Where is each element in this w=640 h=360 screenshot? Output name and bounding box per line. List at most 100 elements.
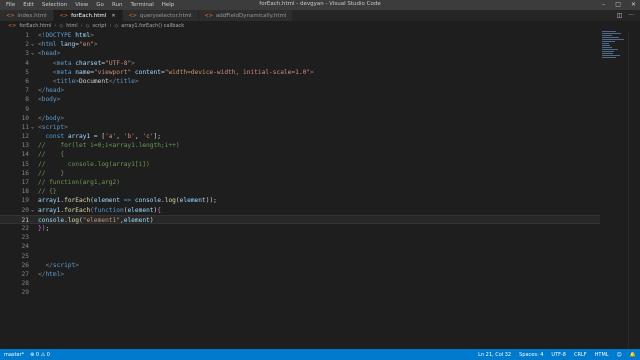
code-line: 15 // console.log(array1[i]) xyxy=(0,160,600,169)
breadcrumb-file[interactable]: forEach.html xyxy=(19,23,51,29)
line-number: 6 xyxy=(25,77,29,85)
notifications-icon[interactable]: 🔔 xyxy=(630,352,636,358)
html-file-icon: <> xyxy=(128,12,137,19)
code-line: 16 // } xyxy=(0,169,600,178)
breadcrumb-item[interactable]: script xyxy=(93,23,107,29)
code-line: 10 </body> xyxy=(0,114,600,123)
close-tab-icon[interactable]: ✕ xyxy=(111,13,115,19)
code-token: 'a' xyxy=(105,133,117,141)
code-editor[interactable]: 1 <!DOCTYPE html> 2 ⌄ <html lang="en"> 3 ⌄ <hea… xyxy=(0,31,600,349)
line-number: 10 xyxy=(21,114,29,122)
minimap[interactable] xyxy=(602,31,626,71)
tab-addfielddynamically-html[interactable]: <> addFieldDynamically.html xyxy=(198,10,294,21)
tab-queryselector-html[interactable]: <> queryselector.html xyxy=(122,10,199,21)
chevron-right-icon: › xyxy=(109,22,112,29)
status-right-item[interactable]: UTF-8 xyxy=(551,352,566,358)
line-number: 13 xyxy=(21,142,29,150)
tab-index-html[interactable]: <> index.html xyxy=(0,10,54,21)
line-number: 17 xyxy=(21,179,29,186)
code-token: > xyxy=(60,114,65,122)
menu-item-run[interactable]: Run xyxy=(112,2,123,8)
code-token: // { xyxy=(38,151,65,159)
status-right-item[interactable]: HTML xyxy=(595,352,609,358)
code-text: <head> xyxy=(38,49,60,58)
code-token: element xyxy=(123,216,150,224)
tab-label: index.html xyxy=(17,12,47,19)
code-token: // function(arg1,arg2) xyxy=(38,179,120,186)
status-right-item[interactable]: Spaces: 4 xyxy=(519,352,543,358)
code-line: 21 console.log("element1",element) xyxy=(0,214,600,224)
status-right-item[interactable]: Ln 21, Col 32 xyxy=(478,352,511,358)
line-number: 5 xyxy=(25,68,29,76)
code-token: script xyxy=(41,123,65,131)
code-text: // } xyxy=(38,169,64,178)
tab-actions: ◫ ··· xyxy=(617,10,640,21)
tab-foreach-html[interactable]: <> forEach.html ✕ xyxy=(53,10,123,21)
code-text: <body> xyxy=(38,95,60,104)
line-number: 29 xyxy=(21,289,29,297)
fold-chevron-icon[interactable]: ⌄ xyxy=(31,123,34,132)
code-line: 6 <title>Document</title> xyxy=(0,77,600,86)
code-token: charset xyxy=(71,59,102,67)
code-text: // console.log(array1[i]) xyxy=(38,160,150,169)
menu-item-help[interactable]: Help xyxy=(162,2,175,8)
fold-chevron-icon[interactable]: ⌄ xyxy=(31,40,34,49)
code-token: array1 xyxy=(38,206,61,214)
html-file-icon: <> xyxy=(59,12,69,19)
minimize-icon[interactable]: – xyxy=(602,1,605,8)
line-number: 26 xyxy=(21,261,29,269)
code-line: 3 ⌄ <head> xyxy=(0,49,600,58)
split-editor-icon[interactable]: ◫ xyxy=(617,12,623,19)
code-token: head xyxy=(45,87,61,95)
line-number: 16 xyxy=(21,169,29,177)
code-token: > xyxy=(75,261,79,269)
code-token: element xyxy=(127,206,154,214)
breadcrumb-item[interactable]: html xyxy=(66,23,77,29)
menu-item-go[interactable]: Go xyxy=(96,2,104,8)
code-text: <title>Document</title> xyxy=(38,77,139,86)
code-token: html xyxy=(71,32,91,39)
code-token: element xyxy=(93,197,120,205)
fold-chevron-icon[interactable]: ⌄ xyxy=(31,206,34,215)
menu-item-selection[interactable]: Selection xyxy=(42,2,67,8)
tab-label: forEach.html xyxy=(71,12,107,19)
fold-chevron-icon[interactable]: ⌄ xyxy=(31,49,34,58)
code-line: 24 xyxy=(0,242,600,251)
code-token: log xyxy=(67,216,79,224)
code-token: // console.log(array1[i]) xyxy=(38,160,150,168)
feedback-icon[interactable]: ☺ xyxy=(617,352,622,358)
code-token: html xyxy=(41,41,57,49)
code-token: "viewport" xyxy=(93,68,132,76)
code-text: <!DOCTYPE html> xyxy=(38,31,94,40)
code-token: element xyxy=(179,197,206,205)
status-right: Ln 21, Col 32 Spaces: 4 UTF-8 CRLF HTML ☺ 🔔 xyxy=(478,352,640,358)
code-token: ; xyxy=(45,224,50,232)
code-line: 1 <!DOCTYPE html> xyxy=(0,31,600,40)
code-token: > xyxy=(134,77,139,85)
line-number: 1 xyxy=(25,32,29,39)
code-token: "UTF-8" xyxy=(105,59,132,67)
tab-label: queryselector.html xyxy=(139,12,192,19)
status-left-item[interactable]: ⊗ 0 ⚠ 0 xyxy=(30,352,50,358)
status-right-item[interactable]: CRLF xyxy=(574,352,587,358)
html-file-icon: <> xyxy=(6,12,15,19)
status-left-item[interactable]: master* xyxy=(4,352,24,358)
code-token: > xyxy=(56,50,61,58)
menu-item-edit[interactable]: Edit xyxy=(23,2,34,8)
maximize-icon[interactable]: □ xyxy=(615,1,621,8)
code-token: Document xyxy=(79,77,109,85)
code-text: // {} xyxy=(38,187,57,196)
breadcrumb-item[interactable]: array1.forEach() callback xyxy=(121,23,184,29)
code-text: <meta name="viewport" content="width=dev… xyxy=(38,68,314,77)
menu-item-terminal[interactable]: Terminal xyxy=(130,2,153,8)
menu-item-file[interactable]: File xyxy=(6,2,15,8)
more-actions-icon[interactable]: ··· xyxy=(628,12,634,19)
menu-item-view[interactable]: View xyxy=(75,2,88,8)
code-token: lang xyxy=(56,41,76,49)
vertical-scrollbar[interactable] xyxy=(628,31,640,349)
close-window-icon[interactable]: ✕ xyxy=(631,1,636,8)
code-token: body xyxy=(45,114,61,122)
code-line: 5 <meta name="viewport" content="width=d… xyxy=(0,68,600,77)
code-token: </ xyxy=(45,261,53,269)
status-bar: master* ⊗ 0 ⚠ 0 Ln 21, Col 32 Spaces: 4 UTF… xyxy=(0,349,640,360)
